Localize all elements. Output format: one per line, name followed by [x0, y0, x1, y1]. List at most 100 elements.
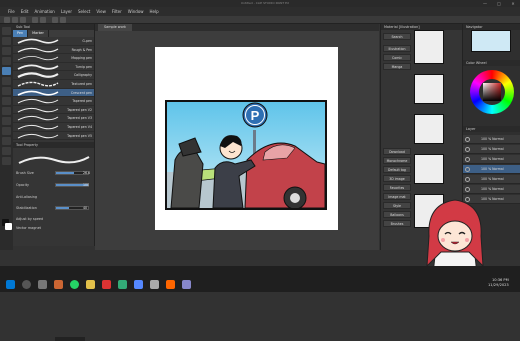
brush-item[interactable]: Textured pen — [13, 80, 94, 89]
balloon-tool-icon[interactable] — [2, 157, 11, 165]
material-category-item[interactable]: Manga — [383, 63, 411, 70]
transform-icon[interactable] — [60, 17, 66, 23]
layer-name: 100 % Normal — [481, 137, 504, 141]
system-clock[interactable]: 10:36 PM 11/29/2023 — [488, 278, 509, 288]
opacity-value: 100 — [83, 183, 90, 187]
material-category-item[interactable]: 3D image — [383, 175, 411, 182]
material-category-item[interactable]: Illustration — [383, 45, 411, 52]
layer-row[interactable]: 100 % Normal — [463, 145, 520, 154]
new-icon[interactable] — [4, 17, 10, 23]
eye-icon[interactable] — [465, 147, 470, 152]
eyedropper-tool-icon[interactable] — [2, 57, 11, 65]
pencil-tool-icon[interactable] — [2, 77, 11, 85]
clear-icon[interactable] — [52, 17, 58, 23]
eye-icon[interactable] — [465, 177, 470, 182]
clip-studio-icon[interactable] — [182, 280, 191, 289]
whatsapp-icon[interactable] — [70, 280, 79, 289]
material-thumbnail[interactable] — [414, 114, 444, 144]
eye-icon[interactable] — [465, 187, 470, 192]
brush-item[interactable]: Turnip pen — [13, 63, 94, 72]
layer-row[interactable]: 100 % Normal — [463, 185, 520, 194]
material-thumbnail[interactable] — [414, 30, 444, 64]
minimize-button[interactable]: — — [478, 0, 492, 7]
material-thumbnail[interactable] — [414, 154, 444, 184]
layer-row[interactable]: 100 % Normal — [463, 175, 520, 184]
move-tool-icon[interactable] — [2, 37, 11, 45]
brush-item[interactable]: Tapered pen V5 — [13, 132, 94, 141]
material-search-button[interactable]: Search — [383, 33, 411, 40]
saturation-value-square[interactable] — [483, 83, 501, 101]
menu-filter[interactable]: Filter — [112, 9, 122, 14]
brush-tool-icon[interactable] — [2, 87, 11, 95]
menu-edit[interactable]: Edit — [21, 9, 29, 14]
material-category-item[interactable]: Default tag — [383, 166, 411, 173]
app-icon[interactable] — [102, 280, 111, 289]
canvas-tab[interactable]: Sample work — [98, 24, 132, 31]
menu-view[interactable]: View — [96, 9, 106, 14]
menu-window[interactable]: Window — [128, 9, 144, 14]
brush-item[interactable]: Tapered pen V2 — [13, 106, 94, 115]
brush-item[interactable]: Rough & Pen — [13, 46, 94, 55]
menu-select[interactable]: Select — [78, 9, 90, 14]
chrome-icon[interactable] — [118, 280, 127, 289]
stroke-preview-icon — [17, 90, 59, 96]
app-icon[interactable] — [166, 280, 175, 289]
figure-tool-icon[interactable] — [2, 137, 11, 145]
eye-icon[interactable] — [465, 157, 470, 162]
menu-file[interactable]: File — [8, 9, 15, 14]
maximize-button[interactable]: □ — [492, 0, 506, 7]
brush-label: Calligraphy — [73, 73, 92, 78]
tab-pen[interactable]: Pen — [13, 30, 29, 37]
open-icon[interactable] — [12, 17, 18, 23]
windows-start-icon[interactable] — [6, 280, 15, 289]
brush-item[interactable]: Mapping pen — [13, 54, 94, 63]
material-category-item[interactable]: Favorites — [383, 184, 411, 191]
text-tool-icon[interactable] — [2, 147, 11, 155]
undo-icon[interactable] — [32, 17, 38, 23]
task-view-icon[interactable] — [38, 280, 47, 289]
app-icon[interactable] — [54, 280, 63, 289]
save-icon[interactable] — [20, 17, 26, 23]
brush-item[interactable]: Calligraphy — [13, 71, 94, 80]
app-icon[interactable] — [134, 280, 143, 289]
brush-label: Rough & Pen — [71, 47, 92, 52]
search-icon[interactable] — [22, 280, 31, 289]
close-button[interactable]: ✕ — [506, 0, 520, 7]
material-category-item[interactable]: Brushes — [383, 220, 411, 227]
brush-item[interactable]: Tapered pen V3 — [13, 114, 94, 123]
eye-icon[interactable] — [465, 137, 470, 142]
app-icon[interactable] — [150, 280, 159, 289]
brush-item-selected[interactable]: Crescent pen — [13, 88, 94, 98]
material-thumbnail[interactable] — [414, 74, 444, 104]
airbrush-tool-icon[interactable] — [2, 97, 11, 105]
tab-marker[interactable]: Marker — [28, 30, 49, 37]
layer-row[interactable]: 100 % Normal — [463, 135, 520, 144]
brush-item[interactable]: Tapered pen — [13, 97, 94, 106]
material-category-item[interactable]: Balloons — [383, 211, 411, 218]
layer-row-selected[interactable]: 100 % Normal — [463, 165, 520, 174]
brush-item[interactable]: Tapered pen V4 — [13, 123, 94, 132]
fill-tool-icon[interactable] — [2, 117, 11, 125]
sub-color-swatch[interactable] — [5, 223, 12, 230]
menu-help[interactable]: Help — [150, 9, 159, 14]
pen-tool-icon[interactable] — [2, 67, 11, 75]
anti-aliasing-selector[interactable] — [55, 337, 85, 341]
select-tool-icon[interactable] — [2, 47, 11, 55]
redo-icon[interactable] — [40, 17, 46, 23]
sub-tool-panel: Sub Tool Pen Marker G-pen Rough & Pen Ma… — [13, 24, 95, 142]
material-category-item[interactable]: Comic — [383, 54, 411, 61]
eye-icon[interactable] — [465, 167, 470, 172]
material-category-item[interactable]: Image mat — [383, 193, 411, 200]
material-category-item[interactable]: Style — [383, 202, 411, 209]
material-category-item[interactable]: Monochrome — [383, 157, 411, 164]
layer-row[interactable]: 100 % Normal — [463, 155, 520, 164]
brush-item[interactable]: G-pen — [13, 37, 94, 46]
menu-animation[interactable]: Animation — [34, 9, 54, 14]
menu-layer[interactable]: Layer — [61, 9, 72, 14]
zoom-tool-icon[interactable] — [2, 27, 11, 35]
eraser-tool-icon[interactable] — [2, 107, 11, 115]
gradient-tool-icon[interactable] — [2, 127, 11, 135]
folder-icon[interactable] — [86, 280, 95, 289]
navigator-preview[interactable] — [471, 30, 511, 52]
material-category-item[interactable]: Download — [383, 148, 411, 155]
